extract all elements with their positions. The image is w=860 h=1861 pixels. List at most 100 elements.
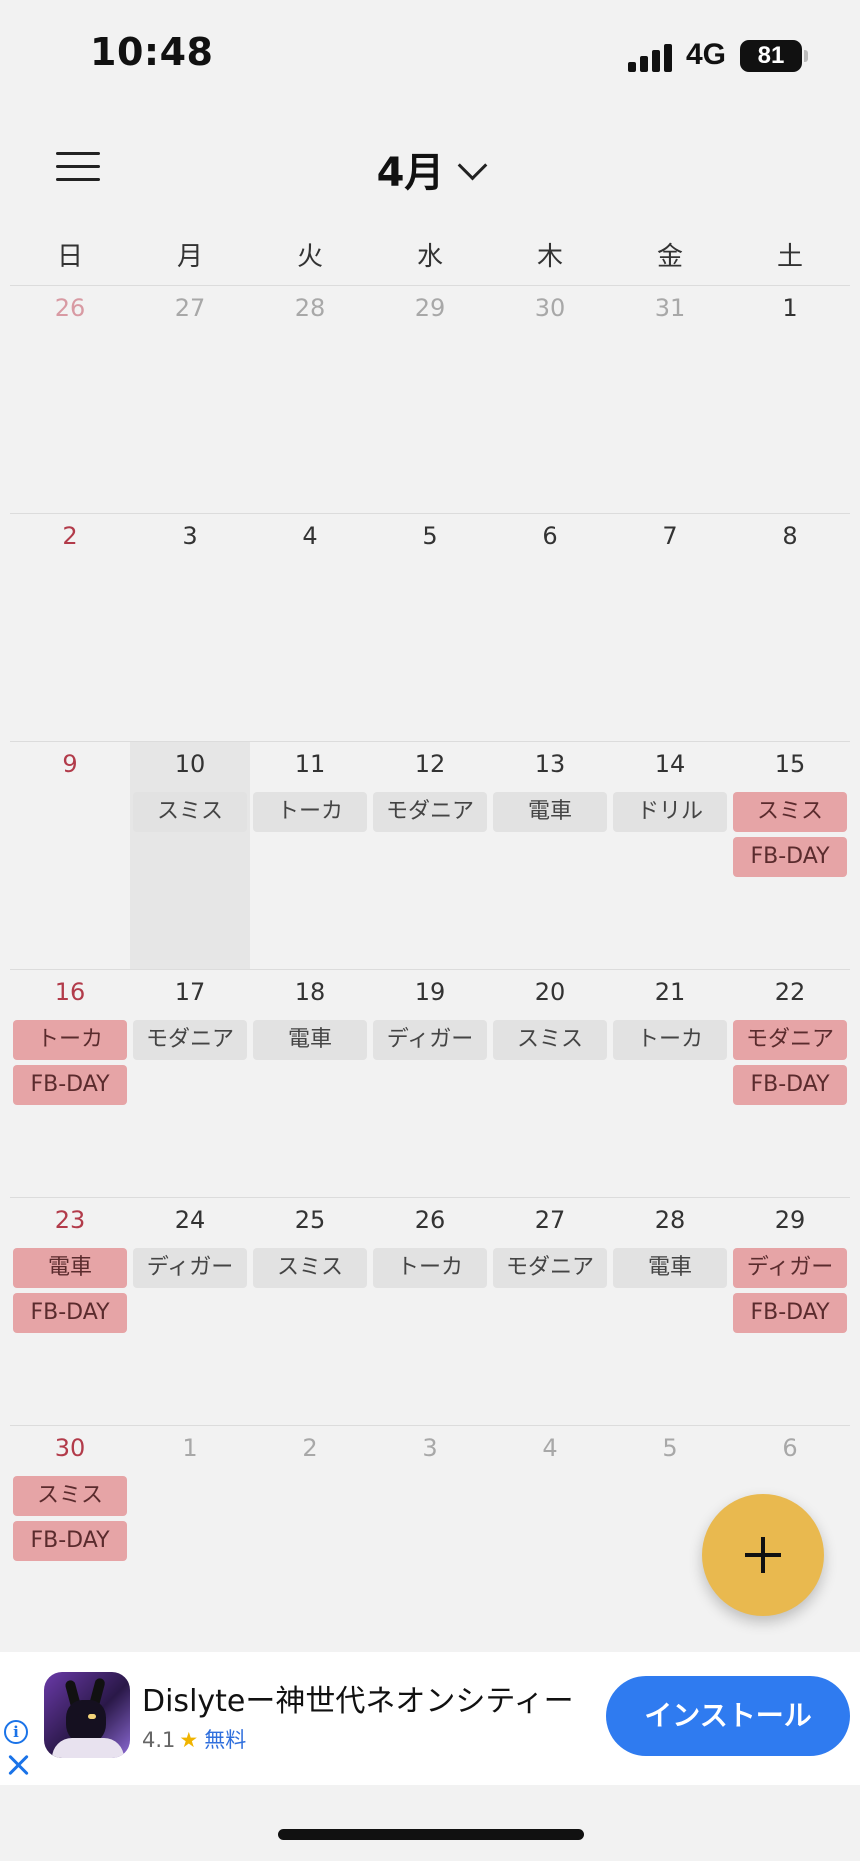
- event-chip[interactable]: トーカ: [13, 1020, 127, 1060]
- event-chip[interactable]: スミス: [733, 792, 847, 832]
- event-chip[interactable]: ディガー: [133, 1248, 247, 1288]
- day-cell[interactable]: 5: [370, 514, 490, 742]
- day-cell[interactable]: 29: [370, 286, 490, 514]
- day-number: 21: [654, 978, 686, 1006]
- day-cell[interactable]: 19 ディガー: [370, 970, 490, 1198]
- day-cell[interactable]: 30 スミス FB-DAY: [10, 1426, 130, 1654]
- day-number: 24: [174, 1206, 206, 1234]
- day-number: 2: [302, 1434, 318, 1462]
- day-cell[interactable]: 27: [130, 286, 250, 514]
- app-icon[interactable]: [44, 1672, 130, 1758]
- day-cell[interactable]: 1: [730, 286, 850, 514]
- day-cell[interactable]: 30: [490, 286, 610, 514]
- event-chip[interactable]: モダニア: [133, 1020, 247, 1060]
- day-cell[interactable]: 23 電車 FB-DAY: [10, 1198, 130, 1426]
- day-number: 3: [182, 522, 198, 550]
- day-cell[interactable]: 14 ドリル: [610, 742, 730, 970]
- week-row: 16 トーカ FB-DAY 17 モダニア 18 電車 19 ディガー 20 スミス 21 トーカ 22 モ…: [10, 969, 850, 1198]
- day-number: 29: [774, 1206, 806, 1234]
- day-number: 27: [174, 294, 206, 322]
- day-number: 11: [294, 750, 326, 778]
- app-header: 4月: [0, 120, 860, 220]
- event-chip[interactable]: スミス: [133, 792, 247, 832]
- day-cell[interactable]: 27 モダニア: [490, 1198, 610, 1426]
- day-cell[interactable]: 8: [730, 514, 850, 742]
- day-cell[interactable]: 26 トーカ: [370, 1198, 490, 1426]
- day-cell[interactable]: 9: [10, 742, 130, 970]
- event-chip[interactable]: FB-DAY: [733, 837, 847, 877]
- signal-icon: [628, 42, 673, 72]
- month-selector[interactable]: 4月: [0, 140, 860, 198]
- event-chip[interactable]: スミス: [253, 1248, 367, 1288]
- day-cell[interactable]: 24 ディガー: [130, 1198, 250, 1426]
- day-cell[interactable]: 2: [250, 1426, 370, 1654]
- event-chip[interactable]: モダニア: [373, 792, 487, 832]
- day-cell[interactable]: 3: [370, 1426, 490, 1654]
- event-chip[interactable]: ディガー: [733, 1248, 847, 1288]
- event-chip[interactable]: 電車: [13, 1248, 127, 1288]
- day-cell[interactable]: 28 電車: [610, 1198, 730, 1426]
- day-cell[interactable]: 6: [490, 514, 610, 742]
- day-number: 20: [534, 978, 566, 1006]
- day-cell[interactable]: 16 トーカ FB-DAY: [10, 970, 130, 1198]
- day-cell[interactable]: 3: [130, 514, 250, 742]
- day-cell[interactable]: 26: [10, 286, 130, 514]
- day-number: 22: [774, 978, 806, 1006]
- day-number: 26: [54, 294, 86, 322]
- ad-rating-row: 4.1 ★ 無料: [142, 1724, 246, 1754]
- day-cell[interactable]: 1: [130, 1426, 250, 1654]
- day-cell[interactable]: 4: [490, 1426, 610, 1654]
- event-chip[interactable]: 電車: [253, 1020, 367, 1060]
- day-cell[interactable]: 18 電車: [250, 970, 370, 1198]
- event-chip[interactable]: トーカ: [253, 792, 367, 832]
- day-cell[interactable]: 31: [610, 286, 730, 514]
- install-button[interactable]: インストール: [606, 1676, 850, 1756]
- day-cell[interactable]: 7: [610, 514, 730, 742]
- event-chip[interactable]: ディガー: [373, 1020, 487, 1060]
- event-chip[interactable]: モダニア: [733, 1020, 847, 1060]
- day-number: 6: [782, 1434, 798, 1462]
- event-chip[interactable]: トーカ: [613, 1020, 727, 1060]
- day-cell[interactable]: 17 モダニア: [130, 970, 250, 1198]
- event-chip[interactable]: スミス: [13, 1476, 127, 1516]
- day-number: 27: [534, 1206, 566, 1234]
- event-chip[interactable]: FB-DAY: [733, 1293, 847, 1333]
- day-cell[interactable]: 15 スミス FB-DAY: [730, 742, 850, 970]
- day-number: 9: [62, 750, 78, 778]
- day-cell[interactable]: 22 モダニア FB-DAY: [730, 970, 850, 1198]
- day-cell[interactable]: 29 ディガー FB-DAY: [730, 1198, 850, 1426]
- event-chip[interactable]: スミス: [493, 1020, 607, 1060]
- status-time: 10:48: [90, 30, 214, 74]
- day-cell[interactable]: 4: [250, 514, 370, 742]
- star-icon: ★: [179, 1728, 199, 1752]
- info-icon[interactable]: i: [4, 1720, 28, 1744]
- day-cell[interactable]: 25 スミス: [250, 1198, 370, 1426]
- weekday-label: 水: [416, 242, 443, 272]
- day-cell[interactable]: 12 モダニア: [370, 742, 490, 970]
- day-number: 28: [294, 294, 326, 322]
- day-cell[interactable]: 2: [10, 514, 130, 742]
- event-chip[interactable]: FB-DAY: [13, 1293, 127, 1333]
- event-chip[interactable]: モダニア: [493, 1248, 607, 1288]
- day-number: 16: [54, 978, 86, 1006]
- event-chip[interactable]: 電車: [613, 1248, 727, 1288]
- add-event-button[interactable]: [702, 1494, 824, 1616]
- ad-banner[interactable]: Dislyteー神世代ネオンシティー 4.1 ★ 無料 インストール i: [0, 1652, 860, 1785]
- day-cell[interactable]: 13 電車: [490, 742, 610, 970]
- event-chip[interactable]: FB-DAY: [733, 1065, 847, 1105]
- event-chip[interactable]: 電車: [493, 792, 607, 832]
- day-cell[interactable]: 28: [250, 286, 370, 514]
- day-cell[interactable]: 11 トーカ: [250, 742, 370, 970]
- day-number: 1: [182, 1434, 198, 1462]
- day-cell[interactable]: 21 トーカ: [610, 970, 730, 1198]
- battery-icon: 81: [740, 40, 802, 72]
- event-chip[interactable]: FB-DAY: [13, 1065, 127, 1105]
- event-chip[interactable]: FB-DAY: [13, 1521, 127, 1561]
- day-number: 1: [782, 294, 798, 322]
- day-cell[interactable]: 20 スミス: [490, 970, 610, 1198]
- day-number: 26: [414, 1206, 446, 1234]
- close-icon[interactable]: [6, 1752, 30, 1776]
- event-chip[interactable]: ドリル: [613, 792, 727, 832]
- day-cell-today[interactable]: 10 スミス: [130, 742, 250, 970]
- event-chip[interactable]: トーカ: [373, 1248, 487, 1288]
